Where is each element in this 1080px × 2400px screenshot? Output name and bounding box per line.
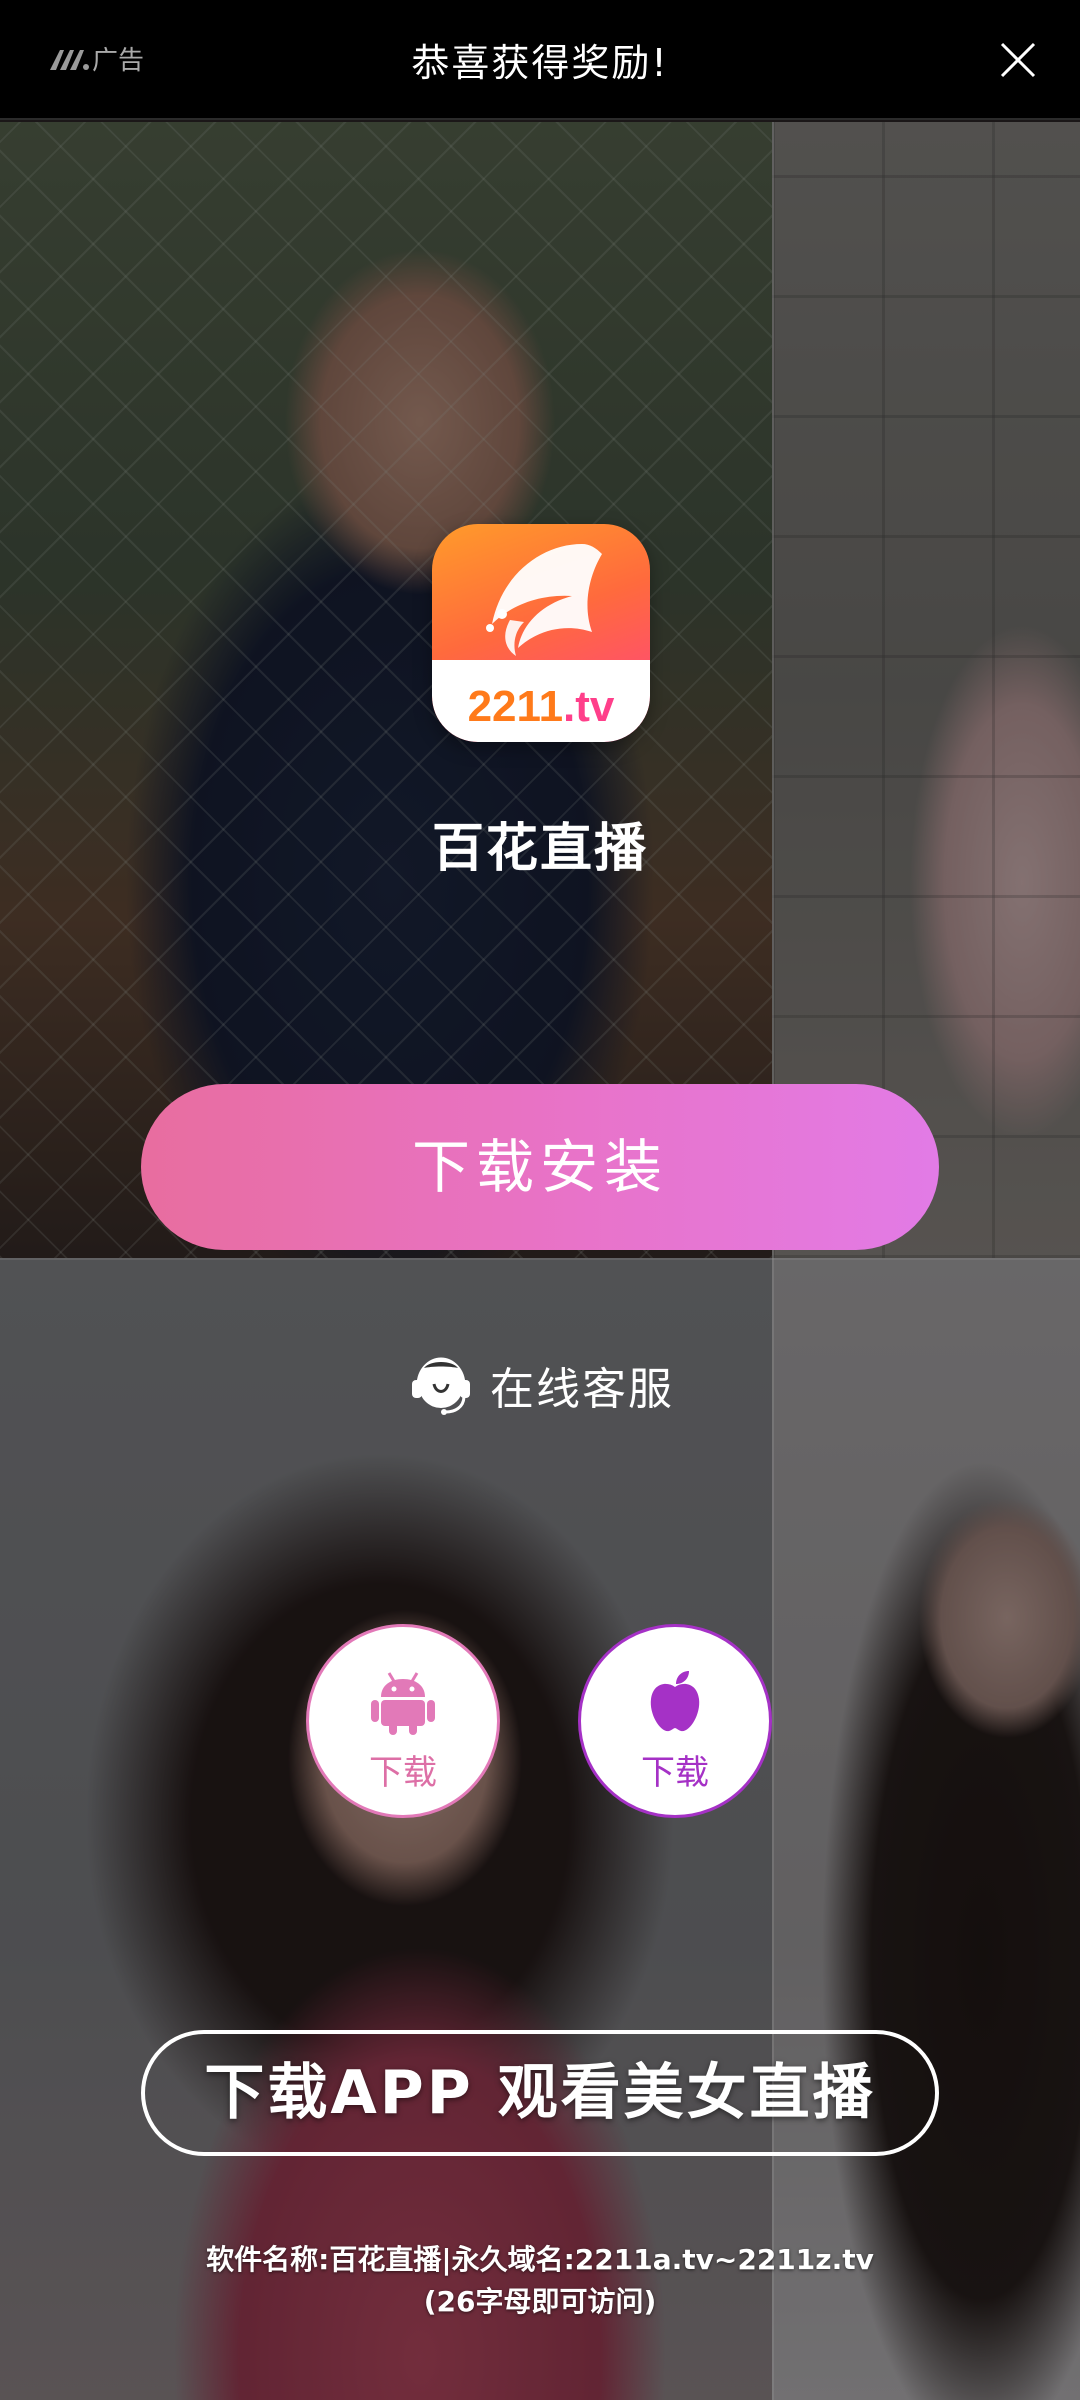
reward-title: 恭喜获得奖励! [411,41,669,85]
ad-top-bar: 广告 恭喜获得奖励! [0,0,1080,120]
ios-download-button[interactable]: 下载 [578,1624,772,1818]
close-icon[interactable] [996,38,1040,82]
download-install-button[interactable]: 下载安装 [141,1084,939,1250]
apple-icon [650,1671,700,1732]
online-support-label: 在线客服 [490,1364,674,1415]
footer-software-info: 软件名称:百花直播|永久域名:2211a.tv~2211z.tv [206,2243,874,2276]
android-icon [371,1672,435,1735]
android-download-label: 下载 [369,1753,437,1793]
app-logo-text: 2211.tv [467,682,615,731]
download-app-banner-button[interactable]: 下载APP 观看美女直播 [141,2030,939,2156]
footer-domain-note: (26字母即可访问) [423,2285,657,2318]
android-download-button[interactable]: 下载 [306,1624,500,1818]
app-logo-icon: 2211.tv [432,524,650,742]
headset-icon [412,1357,470,1415]
app-name: 百花直播 [431,819,648,879]
ios-download-label: 下载 [641,1753,709,1793]
online-support-link[interactable]: 在线客服 [0,1350,1080,1422]
